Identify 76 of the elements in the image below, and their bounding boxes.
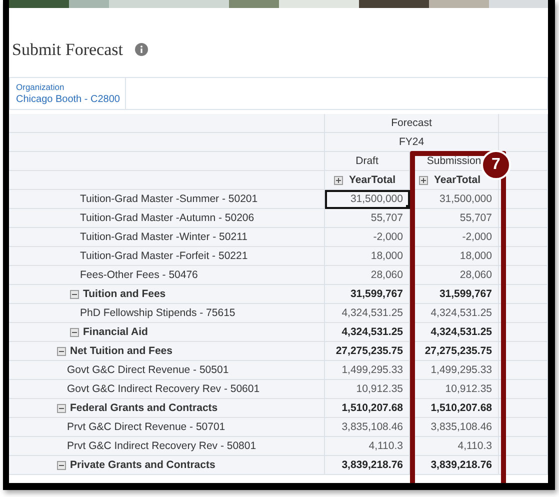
table-cell[interactable]: 31,500,000 <box>325 190 410 209</box>
table-cell[interactable]: 3,839,218.76 <box>410 456 499 475</box>
row-label: Financial Aid <box>83 326 148 338</box>
table-cell[interactable]: 3,835,108.46 <box>410 418 499 437</box>
row-label: Net Tuition and Fees <box>70 345 172 357</box>
table-cell[interactable]: 1,510,207.68 <box>325 399 410 418</box>
table-cell[interactable]: 4,324,531.25 <box>325 323 410 342</box>
empty-cell <box>499 247 548 266</box>
expand-icon[interactable] <box>334 176 343 184</box>
row-label: Govt G&C Direct Revenue - 50501 <box>67 364 229 376</box>
empty-cell <box>499 456 548 475</box>
empty-cell <box>499 285 548 304</box>
column-header: FY24 <box>325 133 499 152</box>
info-icon[interactable] <box>134 43 148 56</box>
table-cell[interactable]: 10,912.35 <box>325 380 410 399</box>
row-label: PhD Fellowship Stipends - 75615 <box>80 307 236 319</box>
empty-cell <box>499 380 548 399</box>
table-cell[interactable]: 31,599,767 <box>410 285 499 304</box>
table-cell[interactable]: 4,110.3 <box>410 437 499 456</box>
table-cell[interactable]: -2,000 <box>410 228 499 247</box>
column-header: YearTotal <box>349 174 396 186</box>
table-cell[interactable]: 10,912.35 <box>410 380 499 399</box>
row-label: Tuition-Grad Master -Forfeit - 50221 <box>80 250 248 262</box>
empty-cell <box>499 437 548 456</box>
table-cell[interactable]: 31,500,000 <box>410 190 499 209</box>
empty-cell <box>499 418 548 437</box>
table-cell[interactable]: 1,499,295.33 <box>325 361 410 380</box>
organization-link[interactable]: Chicago Booth - C2800 <box>16 94 120 105</box>
table-cell[interactable]: 4,324,531.25 <box>410 304 499 323</box>
page-title: Submit Forecast <box>12 40 123 60</box>
table-cell[interactable]: 4,324,531.25 <box>410 323 499 342</box>
row-label: Tuition and Fees <box>83 288 166 300</box>
empty-cell <box>499 361 548 380</box>
table-cell[interactable]: 18,000 <box>410 247 499 266</box>
row-label: Tuition-Grad Master -Summer - 50201 <box>80 193 258 205</box>
table-cell[interactable]: 55,707 <box>325 209 410 228</box>
table-cell[interactable]: 4,110.3 <box>325 437 410 456</box>
table-cell[interactable]: 28,060 <box>410 266 499 285</box>
empty-cell <box>499 209 548 228</box>
table-cell[interactable]: 31,599,767 <box>325 285 410 304</box>
row-label: Fees-Other Fees - 50476 <box>80 269 198 281</box>
collapse-icon[interactable] <box>57 404 66 412</box>
expand-icon[interactable] <box>419 176 428 184</box>
table-cell[interactable]: 3,839,218.76 <box>325 456 410 475</box>
table-cell[interactable]: 3,835,108.46 <box>325 418 410 437</box>
table-cell[interactable]: 28,060 <box>325 266 410 285</box>
row-label: Tuition-Grad Master -Winter - 50211 <box>80 231 248 243</box>
row-label: Tuition-Grad Master -Autumn - 50206 <box>80 212 254 224</box>
empty-cell <box>499 342 548 361</box>
table-cell[interactable]: 18,000 <box>325 247 410 266</box>
row-label: Prvt G&C Indirect Recovery Rev - 50801 <box>67 440 256 452</box>
table-cell[interactable]: 1,499,295.33 <box>410 361 499 380</box>
collapse-icon[interactable] <box>70 328 79 336</box>
table-cell[interactable]: 27,275,235.75 <box>410 342 499 361</box>
table-cell[interactable]: -2,000 <box>325 228 410 247</box>
collapse-icon[interactable] <box>70 290 79 298</box>
organization-label: Organization <box>16 82 66 92</box>
column-header: Forecast <box>325 114 499 133</box>
empty-cell <box>499 266 548 285</box>
row-label: Private Grants and Contracts <box>70 459 216 471</box>
column-header: Draft <box>325 152 410 171</box>
empty-cell <box>499 323 548 342</box>
table-cell[interactable]: 27,275,235.75 <box>325 342 410 361</box>
empty-cell <box>499 228 548 247</box>
empty-cell <box>499 399 548 418</box>
row-label: Federal Grants and Contracts <box>70 402 218 414</box>
collapse-icon[interactable] <box>57 460 66 470</box>
table-cell[interactable]: 55,707 <box>410 209 499 228</box>
table-cell[interactable]: 4,324,531.25 <box>325 304 410 323</box>
column-header: YearTotal <box>434 174 480 186</box>
row-label: Govt G&C Indirect Recovery Rev - 50601 <box>67 383 260 395</box>
empty-cell <box>499 304 548 323</box>
collapse-icon[interactable] <box>57 346 66 356</box>
empty-cell <box>499 190 548 209</box>
table-cell[interactable]: 1,510,207.68 <box>410 399 499 418</box>
row-label: Prvt G&C Direct Revenue - 50701 <box>67 421 226 433</box>
